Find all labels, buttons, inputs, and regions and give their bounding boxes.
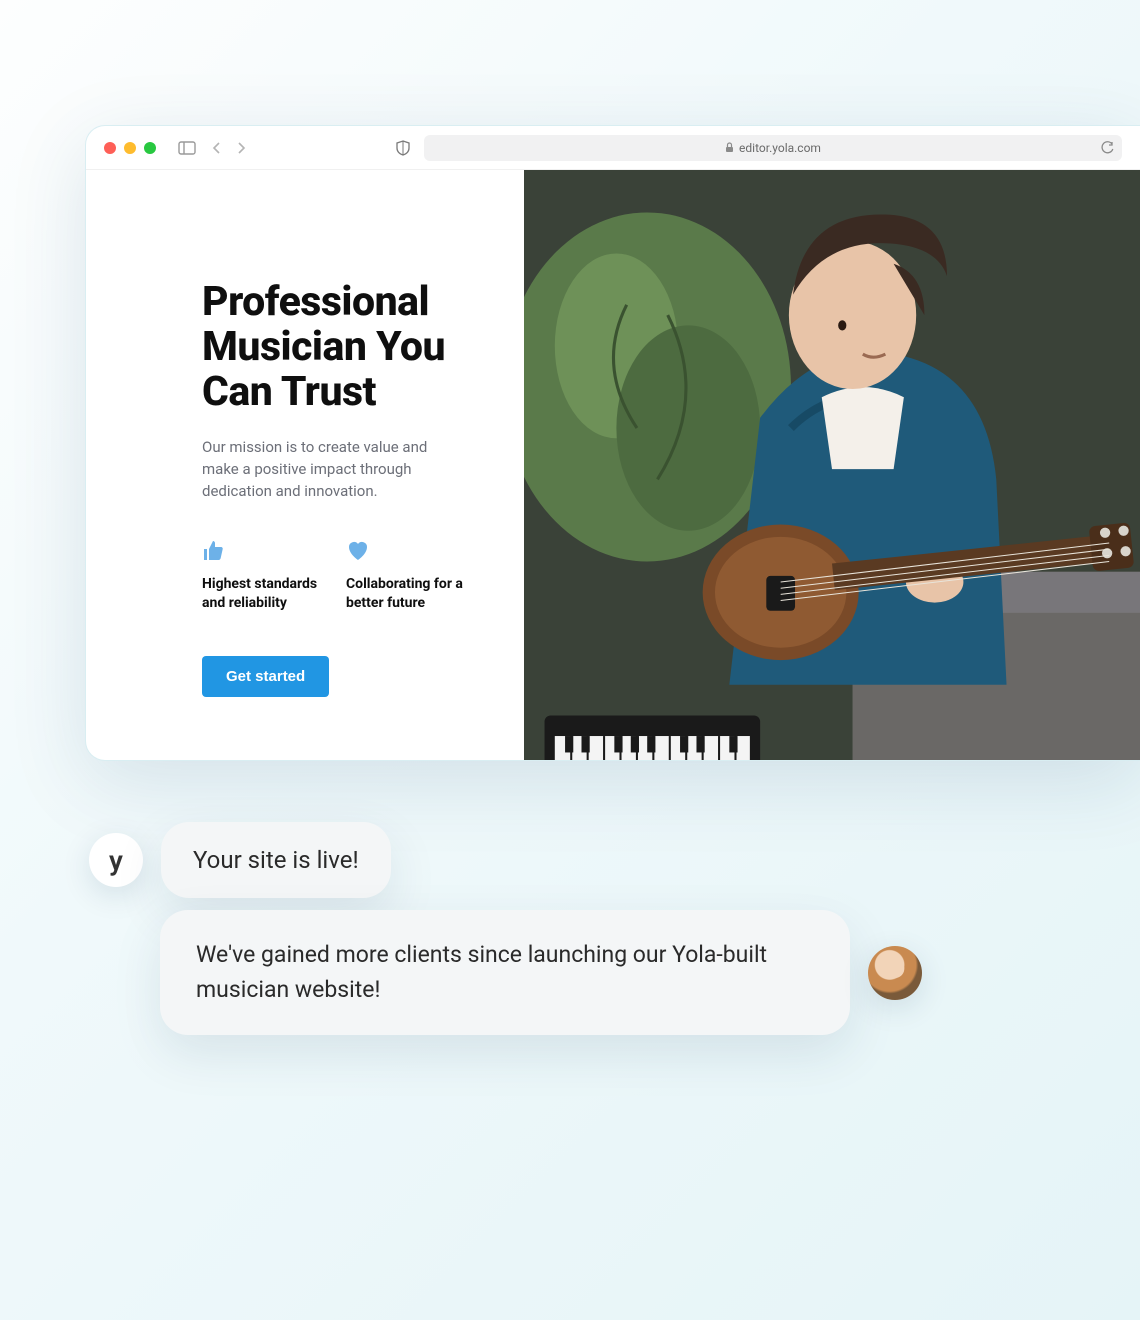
- browser-chrome: editor.yola.com: [86, 126, 1140, 170]
- url-text: editor.yola.com: [739, 141, 821, 155]
- minimize-window-button[interactable]: [124, 142, 136, 154]
- feature-label: Collaborating for a better future: [346, 575, 466, 614]
- close-window-button[interactable]: [104, 142, 116, 154]
- chat-row-system: y Your site is live!: [89, 822, 391, 898]
- nav-arrows: [212, 141, 246, 155]
- features: Highest standards and reliability Collab…: [202, 539, 468, 614]
- get-started-button[interactable]: Get started: [202, 656, 329, 697]
- page-title: Professional Musician You Can Trust: [202, 280, 468, 415]
- lock-icon: [725, 142, 734, 153]
- chat-bubble-system: Your site is live!: [161, 822, 391, 898]
- sidebar-toggle-icon[interactable]: [178, 141, 196, 155]
- feature-item: Collaborating for a better future: [346, 539, 466, 614]
- reload-button[interactable]: [1101, 141, 1114, 154]
- hero-image: [524, 170, 1140, 760]
- mission-text: Our mission is to create value and make …: [202, 437, 462, 502]
- chat-row-user: We've gained more clients since launchin…: [160, 910, 922, 1035]
- maximize-window-button[interactable]: [144, 142, 156, 154]
- privacy-shield-icon[interactable]: [396, 140, 410, 156]
- traffic-lights: [104, 142, 156, 154]
- user-avatar: [868, 946, 922, 1000]
- yola-avatar: y: [89, 833, 143, 887]
- browser-window: editor.yola.com Professional Musician Yo…: [85, 125, 1140, 761]
- thumbs-up-icon: [202, 539, 322, 561]
- feature-label: Highest standards and reliability: [202, 575, 322, 614]
- back-button[interactable]: [212, 141, 222, 155]
- page-content: Professional Musician You Can Trust Our …: [86, 170, 1140, 760]
- forward-button[interactable]: [236, 141, 246, 155]
- hero-left: Professional Musician You Can Trust Our …: [86, 170, 524, 760]
- url-bar[interactable]: editor.yola.com: [424, 135, 1122, 161]
- feature-item: Highest standards and reliability: [202, 539, 322, 614]
- heart-icon: [346, 539, 466, 561]
- chat-bubble-user: We've gained more clients since launchin…: [160, 910, 850, 1035]
